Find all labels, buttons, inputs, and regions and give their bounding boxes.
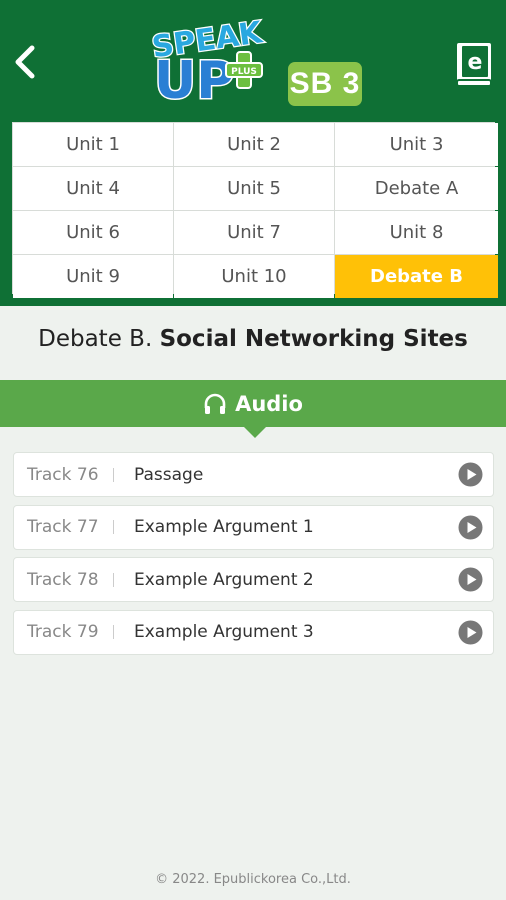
unit-tab-1[interactable]: Unit 1 (13, 123, 173, 166)
track-number: Track 76 (27, 464, 99, 485)
page-title-prefix: Debate B. (38, 326, 153, 352)
unit-grid: Unit 1 Unit 2 Unit 3 Unit 4 Unit 5 Debat… (12, 122, 498, 298)
speak-up-logo: SPEAK UP PLUS (149, 14, 268, 110)
track-divider (113, 625, 114, 639)
page-title: Debate B. Social Networking Sites (0, 326, 506, 352)
ebook-icon[interactable]: e (454, 40, 496, 88)
track-title: Example Argument 3 (134, 622, 314, 642)
track-title: Example Argument 2 (134, 569, 314, 590)
track-list: Track 76 Passage Track 77 Example Argume… (13, 452, 494, 662)
track-item[interactable]: Track 78 Example Argument 2 (13, 557, 494, 602)
track-item[interactable]: Track 79 Example Argument 3 (13, 609, 494, 655)
track-divider (113, 520, 114, 534)
play-icon[interactable] (458, 515, 483, 540)
page-title-main: Social Networking Sites (159, 326, 468, 352)
unit-tab-4[interactable]: Unit 4 (13, 167, 173, 210)
track-title: Example Argument 1 (134, 517, 314, 537)
unit-tab-9[interactable]: Unit 9 (13, 255, 173, 298)
unit-tab-5[interactable]: Unit 5 (174, 167, 334, 210)
play-icon[interactable] (458, 567, 483, 592)
audio-section-label: Audio (235, 391, 303, 416)
track-divider (113, 467, 114, 482)
unit-tab-10[interactable]: Unit 10 (174, 255, 334, 298)
back-chevron-icon[interactable] (8, 40, 42, 84)
unit-tab-3[interactable]: Unit 3 (335, 123, 498, 166)
track-title: Passage (134, 464, 204, 485)
track-number: Track 77 (27, 517, 99, 537)
unit-tab-2[interactable]: Unit 2 (174, 123, 334, 166)
track-item[interactable]: Track 77 Example Argument 1 (13, 504, 494, 550)
unit-tab-7[interactable]: Unit 7 (174, 211, 334, 254)
audio-pointer (243, 426, 267, 438)
app-header: SPEAK UP PLUS SB 3 e Unit 1 Unit 2 Unit … (0, 0, 506, 306)
svg-text:UP: UP (154, 51, 234, 110)
track-divider (113, 572, 114, 587)
grade-badge: SB 3 (288, 62, 362, 106)
headphones-icon (204, 393, 226, 414)
svg-text:e: e (468, 50, 483, 75)
unit-tab-8[interactable]: Unit 8 (335, 211, 498, 254)
unit-tab-6[interactable]: Unit 6 (13, 211, 173, 254)
unit-tab-debate-b[interactable]: Debate B (335, 255, 498, 298)
track-number: Track 79 (27, 622, 99, 642)
track-number: Track 78 (27, 569, 99, 590)
audio-section-header: Audio (0, 380, 506, 427)
footer-copyright: © 2022. Epublickorea Co.,Ltd. (155, 872, 351, 887)
track-item[interactable]: Track 76 Passage (13, 452, 494, 497)
play-icon[interactable] (458, 462, 483, 487)
play-icon[interactable] (458, 620, 483, 645)
svg-text:PLUS: PLUS (231, 67, 257, 77)
unit-tab-debate-a[interactable]: Debate A (335, 167, 498, 210)
